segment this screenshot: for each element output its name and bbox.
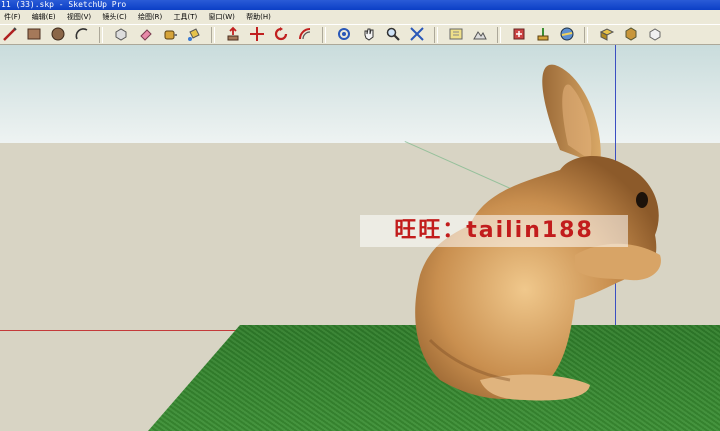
arc-icon[interactable] <box>74 26 90 42</box>
photo-textures-icon[interactable] <box>559 26 575 42</box>
toolbar-separator <box>433 27 438 43</box>
toolbar-separator <box>210 27 215 43</box>
extension-warehouse-icon[interactable] <box>623 26 639 42</box>
zoom-extents-icon[interactable] <box>409 26 425 42</box>
paint-bucket-icon[interactable] <box>186 26 202 42</box>
menu-tools[interactable]: 工具(T) <box>170 10 203 24</box>
menu-edit[interactable]: 编辑(E) <box>28 10 61 24</box>
orbit-icon[interactable] <box>336 26 352 42</box>
move-icon[interactable] <box>249 26 265 42</box>
toolbar-separator <box>322 27 327 43</box>
menu-draw[interactable]: 绘图(R) <box>134 10 167 24</box>
menu-help[interactable]: 帮助(H) <box>242 10 276 24</box>
menu-file[interactable]: 件(F) <box>0 10 26 24</box>
get-models-icon[interactable] <box>511 26 527 42</box>
model-viewport[interactable]: 旺旺：tailin188 <box>0 45 720 431</box>
title-bar: 11 (33).skp - SketchUp Pro <box>0 0 720 10</box>
line-icon[interactable] <box>2 26 18 42</box>
toolbar-separator <box>99 27 104 43</box>
circle-icon[interactable] <box>50 26 66 42</box>
red-axis <box>0 330 255 331</box>
offset-icon[interactable] <box>297 26 313 42</box>
add-location-icon[interactable] <box>448 26 464 42</box>
toggle-terrain-icon[interactable] <box>472 26 488 42</box>
pan-icon[interactable] <box>361 26 377 42</box>
rectangle-icon[interactable] <box>26 26 42 42</box>
rotate-icon[interactable] <box>273 26 289 42</box>
menu-camera[interactable]: 镜头(C) <box>98 10 131 24</box>
toolbar-separator <box>497 27 502 43</box>
push-pull-icon[interactable] <box>225 26 241 42</box>
menu-bar: 件(F) 编辑(E) 视图(V) 镜头(C) 绘图(R) 工具(T) 窗口(W)… <box>0 10 720 24</box>
toolbar-separator <box>584 27 589 43</box>
components-icon[interactable] <box>599 26 615 42</box>
watermark-text: 旺旺：tailin188 <box>360 215 628 247</box>
main-toolbar <box>0 24 720 45</box>
window-title: 11 (33).skp - SketchUp Pro <box>1 0 127 9</box>
menu-view[interactable]: 视图(V) <box>63 10 96 24</box>
share-model-icon[interactable] <box>535 26 551 42</box>
tape-measure-icon[interactable] <box>162 26 178 42</box>
zoom-icon[interactable] <box>385 26 401 42</box>
eraser-icon[interactable] <box>138 26 154 42</box>
menu-window[interactable]: 窗口(W) <box>205 10 240 24</box>
styles-icon[interactable] <box>647 26 663 42</box>
make-component-icon[interactable] <box>113 26 129 42</box>
